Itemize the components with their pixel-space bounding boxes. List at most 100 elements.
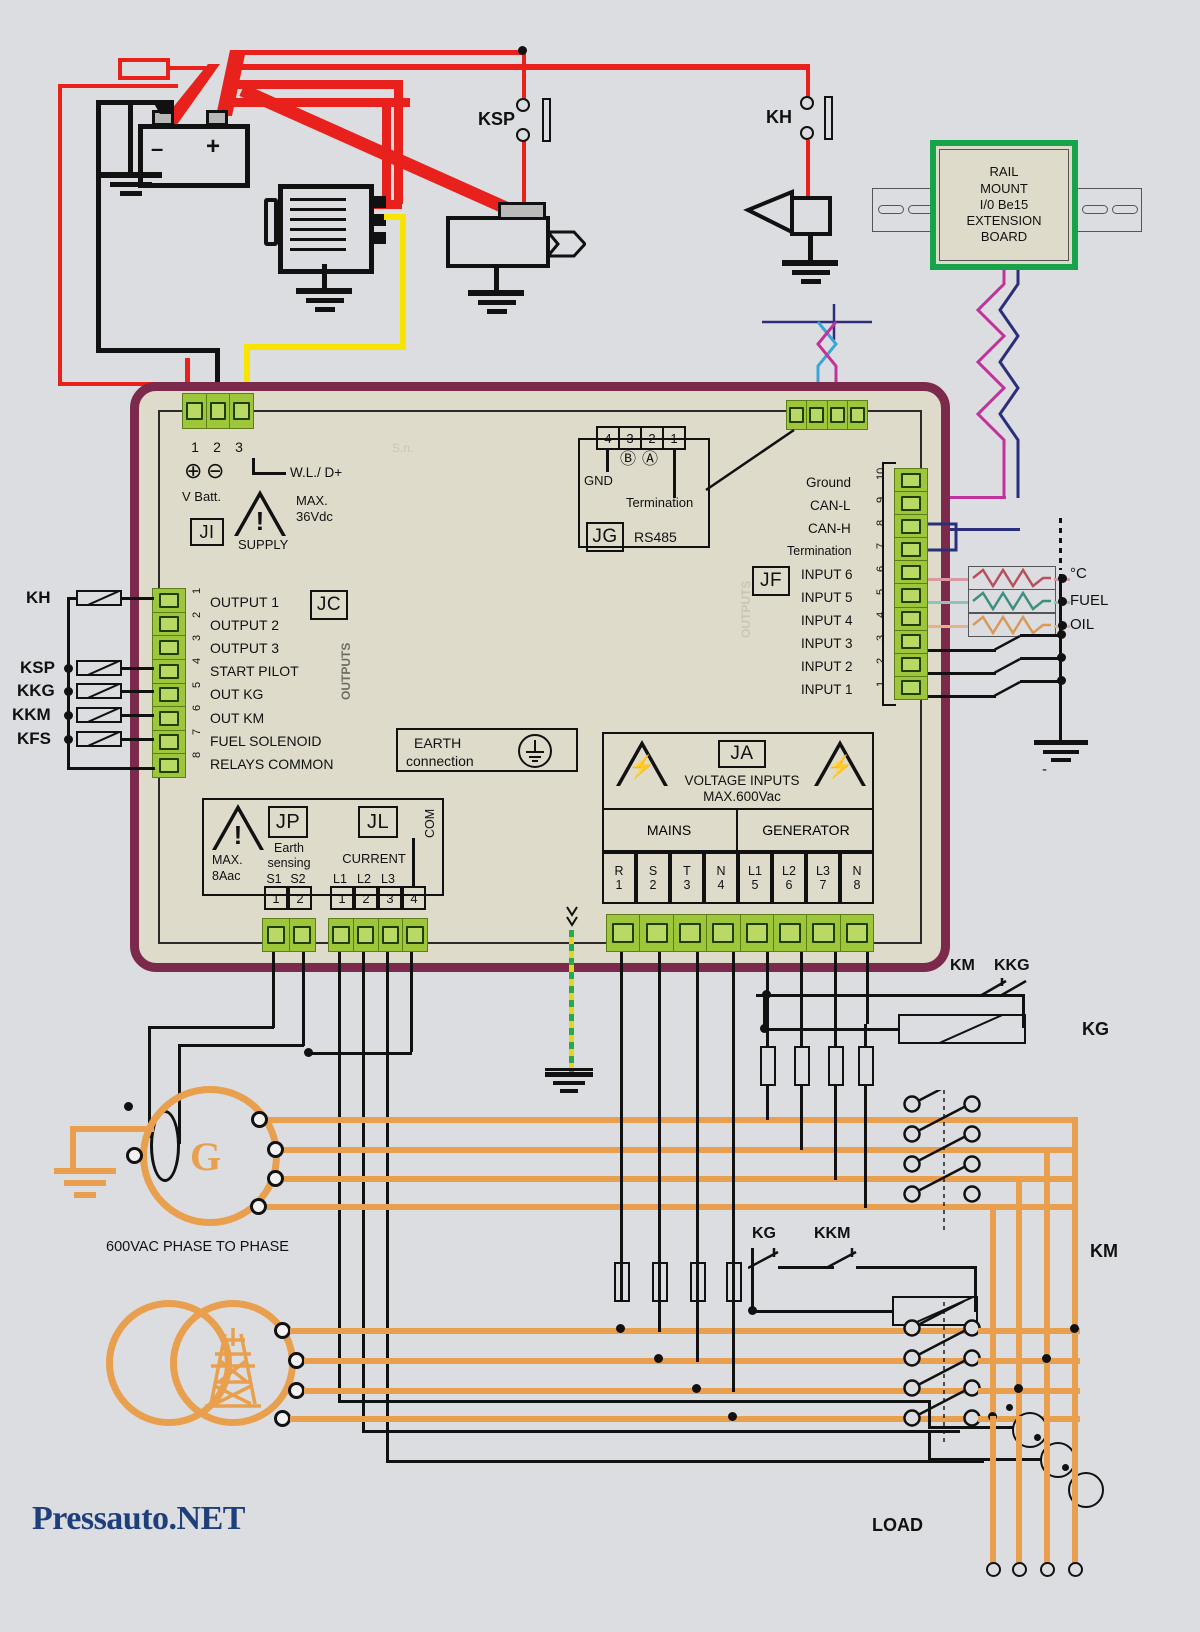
output-num-7: 7	[191, 728, 203, 735]
wire-relay-common-bus	[67, 597, 70, 769]
gen-ground-bar-a	[54, 1168, 116, 1174]
generator-letter: G	[190, 1134, 222, 1179]
current-terminal-block[interactable]	[328, 918, 428, 952]
din-rail-slot-1	[878, 205, 904, 214]
va-num-l3: 7	[819, 878, 827, 892]
group-label-mains: MAINS	[602, 808, 738, 852]
earth-line-2: connection	[406, 753, 474, 769]
input-terminal-5[interactable]	[895, 584, 927, 608]
output-terminal-7[interactable]	[153, 731, 185, 755]
fuse-mains-r	[614, 1262, 630, 1302]
can-twisted-pair-controller	[762, 300, 872, 392]
wire-load-l2	[1044, 1416, 1050, 1566]
input-terminal-2[interactable]	[895, 654, 927, 677]
va-green-terminal-5[interactable]	[741, 915, 774, 951]
va-terminal-n1: N4	[704, 852, 738, 904]
jl-name-l2: L2	[357, 872, 371, 886]
input-terminal-6[interactable]	[895, 561, 927, 585]
va-num-t: 3	[683, 878, 691, 892]
wire-load-ct-1	[338, 1400, 930, 1403]
input-terminal-8[interactable]	[895, 515, 927, 539]
wire-yellow-left	[244, 344, 406, 350]
junction-dot-ksp	[518, 46, 527, 55]
can-terminal-block[interactable]	[786, 400, 868, 430]
wire-input3-sw	[928, 649, 996, 652]
wire-load-ct-3	[386, 1460, 984, 1463]
input-terminal-4[interactable]	[895, 608, 927, 631]
can-terminal-2[interactable]	[807, 401, 828, 429]
earth-sensing-terminal-block[interactable]	[262, 918, 316, 952]
jl-green-terminal-4[interactable]	[403, 919, 427, 951]
starter-solenoid-body	[446, 216, 550, 268]
supply-terminal-3[interactable]	[230, 394, 253, 428]
input-num-5: 5	[875, 588, 887, 595]
wire-yellow-down	[400, 214, 406, 348]
voltage-terminal-block[interactable]	[606, 914, 874, 952]
ksp-contact-bottom	[516, 128, 530, 142]
va-num-r: 1	[615, 878, 623, 892]
inputs-terminal-block[interactable]	[894, 468, 928, 700]
input-terminal-9[interactable]	[895, 492, 927, 516]
wire-km-out-s	[978, 1358, 1048, 1364]
ksp-switch-label: KSP	[478, 109, 516, 129]
outputs-terminal-block[interactable]	[152, 588, 186, 778]
supply-terminal-1[interactable]	[183, 394, 207, 428]
wire-kg-out-l1	[978, 1117, 1078, 1123]
output-terminal-1[interactable]	[153, 589, 185, 613]
wire-kg-bus-l2	[1044, 1147, 1050, 1417]
supply-terminal-block[interactable]	[182, 393, 254, 429]
kh-contact-bottom	[800, 126, 814, 140]
can-terminal-3[interactable]	[828, 401, 848, 429]
output-terminal-6[interactable]	[153, 707, 185, 731]
output-terminal-5[interactable]	[153, 684, 185, 708]
connector-id-jp: JP	[268, 806, 308, 838]
input-terminal-7[interactable]	[895, 538, 927, 562]
va-green-terminal-2[interactable]	[640, 915, 674, 951]
va-green-terminal-3[interactable]	[674, 915, 708, 951]
can-terminal-1[interactable]	[787, 401, 808, 429]
can-terminal-4[interactable]	[848, 401, 867, 429]
output-terminal-2[interactable]	[153, 613, 185, 637]
rs485-a-icon: Ⓐ	[642, 451, 659, 468]
current-com-label: COM	[423, 808, 437, 838]
wire-gen-earth-v	[70, 1126, 76, 1172]
jp-green-terminal-2[interactable]	[290, 919, 316, 951]
va-green-terminal-1[interactable]	[607, 915, 641, 951]
jl-green-terminal-3[interactable]	[379, 919, 404, 951]
va-green-terminal-7[interactable]	[807, 915, 841, 951]
jp-green-terminal-1[interactable]	[263, 919, 290, 951]
output-terminal-4[interactable]	[153, 660, 185, 684]
output-label-6: OUT KM	[210, 710, 265, 726]
kh-contact-top	[800, 96, 814, 110]
va-green-terminal-4[interactable]	[707, 915, 741, 951]
va-terminal-l1: L1 5	[738, 852, 772, 904]
input-label-can-l: CAN-L	[810, 498, 851, 513]
input-terminal-3[interactable]	[895, 631, 927, 654]
input-terminal-1[interactable]	[895, 677, 927, 699]
gen-terminal-n	[126, 1147, 143, 1164]
rail-mount-extension-board[interactable]: RAIL MOUNT I/0 Be15 EXTENSION BOARD	[930, 140, 1078, 270]
input-num-10: 10	[875, 467, 887, 480]
watermark-logo: Pressauto.NET	[32, 1500, 245, 1537]
output-num-3: 3	[191, 634, 203, 641]
load-label: LOAD	[872, 1515, 923, 1535]
va-green-terminal-6[interactable]	[774, 915, 808, 951]
gen-ground-bar-b	[64, 1180, 106, 1186]
output-label-1: OUTPUT 1	[210, 594, 279, 610]
input-terminal-10[interactable]	[895, 469, 927, 493]
jl-green-terminal-2[interactable]	[354, 919, 379, 951]
wire-relay-common-top	[67, 597, 77, 600]
input1-switch	[993, 680, 1028, 698]
supply-terminal-2[interactable]	[207, 394, 231, 428]
va-green-terminal-8[interactable]	[841, 915, 873, 951]
input-num-4: 4	[875, 611, 887, 618]
va-num-l1: 5	[751, 878, 759, 892]
load-ct-dot-1	[1006, 1404, 1013, 1411]
output-terminal-8[interactable]	[153, 754, 185, 777]
jl-green-terminal-1[interactable]	[329, 919, 354, 951]
fuse-mains-s	[652, 1262, 668, 1302]
wire-load-n	[990, 1416, 996, 1566]
output-terminal-3[interactable]	[153, 636, 185, 660]
rail-board-line-2: MOUNT	[980, 180, 1028, 196]
rail-board-line-1: RAIL	[989, 164, 1019, 180]
